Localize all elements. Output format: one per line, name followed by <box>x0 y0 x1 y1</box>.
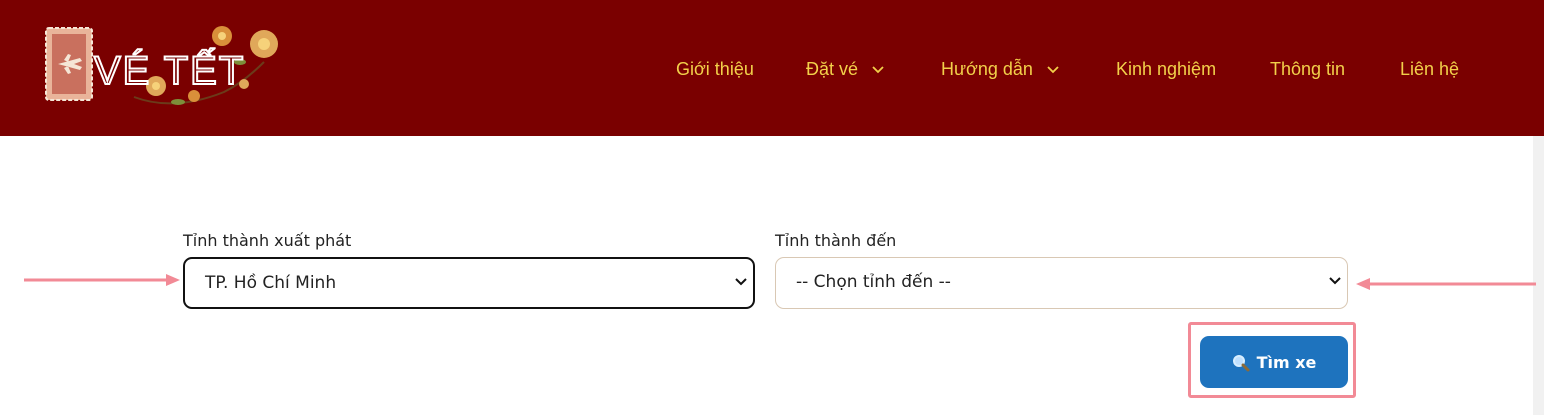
search-bus-button[interactable]: Tìm xe <box>1200 336 1348 388</box>
chevron-down-icon <box>872 66 884 74</box>
to-province-select[interactable]: -- Chọn tỉnh đến -- <box>775 257 1348 309</box>
plane-ticket-icon <box>45 27 93 101</box>
nav-item-label: Hướng dẫn <box>941 59 1033 79</box>
from-label: Tỉnh thành xuất phát <box>183 231 352 250</box>
site-header: VÉ TẾT Giới thiệu Đặt vé Hướng dẫn Kinh … <box>0 0 1544 136</box>
annotation-arrow-left <box>1356 278 1536 290</box>
from-province-value: TP. Hồ Chí Minh <box>205 273 337 293</box>
search-button-label: Tìm xe <box>1256 353 1317 372</box>
nav-item-thong-tin[interactable]: Thông tin <box>1270 56 1345 82</box>
search-icon <box>1232 354 1250 371</box>
site-logo[interactable]: VÉ TẾT <box>44 22 284 112</box>
nav-item-kinh-nghiem[interactable]: Kinh nghiệm <box>1116 56 1216 82</box>
nav-item-gioi-thieu[interactable]: Giới thiệu <box>676 56 754 82</box>
chevron-down-icon <box>1047 66 1059 74</box>
nav-item-dat-ve[interactable]: Đặt vé <box>806 56 884 82</box>
annotation-arrow-right <box>24 274 180 286</box>
from-province-select[interactable]: TP. Hồ Chí Minh <box>183 257 755 309</box>
chevron-down-icon <box>735 278 747 286</box>
nav-item-huong-dan[interactable]: Hướng dẫn <box>941 56 1059 82</box>
nav-item-label: Đặt vé <box>806 59 859 79</box>
nav-item-label: Kinh nghiệm <box>1116 59 1217 79</box>
nav-item-label: Thông tin <box>1270 59 1346 79</box>
nav-item-label: Liên hệ <box>1400 59 1460 79</box>
nav-item-lien-he[interactable]: Liên hệ <box>1400 56 1459 82</box>
to-province-value: -- Chọn tỉnh đến -- <box>796 272 951 292</box>
logo-text: VÉ TẾT <box>94 47 245 93</box>
chevron-down-icon <box>1329 277 1341 285</box>
to-label: Tỉnh thành đến <box>775 231 897 250</box>
nav-item-label: Giới thiệu <box>676 59 754 79</box>
